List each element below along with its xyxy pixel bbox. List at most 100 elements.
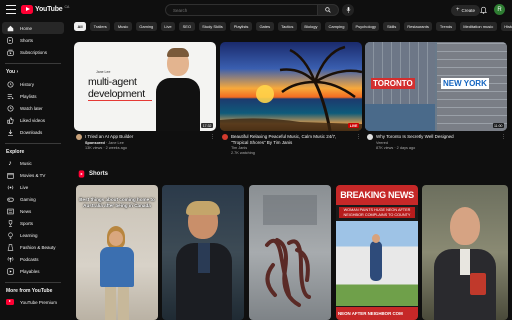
create-button[interactable]: + Create — [451, 4, 481, 16]
sidebar-item-live[interactable]: Live — [2, 181, 64, 193]
more-options-icon[interactable]: ⋮ — [356, 134, 361, 140]
chip-live[interactable]: Live — [160, 22, 176, 31]
sidebar-item-label: Live — [20, 184, 29, 190]
sidebar-item-shorts[interactable]: Shorts — [2, 34, 64, 46]
video-card[interactable]: Jane Lee multi-agent development 17:32 I… — [74, 42, 216, 162]
sidebar-item-label: YouTube Premium — [20, 299, 57, 305]
short-card[interactable] — [422, 185, 508, 320]
chip-tactics[interactable]: Tactics — [277, 22, 297, 31]
chip-playlists[interactable]: Playlists — [230, 22, 252, 31]
sidebar-item-news[interactable]: News — [2, 205, 64, 217]
channel-avatar[interactable] — [367, 134, 373, 140]
short-card[interactable]: BREAKING NEWS WOMAN PAINTS HUGE NEON AFT… — [336, 185, 418, 320]
top-bar: YouTube CA + Create R — [0, 0, 512, 20]
chip-all[interactable]: All — [74, 22, 87, 31]
channel-avatar[interactable] — [76, 134, 82, 140]
video-title-line-2[interactable]: "Tropical Shores" By Tim Janis — [231, 140, 355, 146]
sidebar-item-liked-videos[interactable]: Liked videos — [2, 114, 64, 126]
menu-icon[interactable] — [6, 5, 16, 14]
sidebar-divider — [5, 282, 61, 283]
search-input[interactable] — [166, 7, 306, 13]
channel-name[interactable]: Jane Lee — [108, 141, 124, 145]
video-thumbnail[interactable]: Jane Lee multi-agent development 17:32 — [74, 42, 216, 131]
search-box[interactable] — [165, 4, 325, 16]
channel-name[interactable]: Veered — [376, 141, 388, 145]
sidebar-item-learning[interactable]: Learning — [2, 229, 64, 241]
sidebar-heading-you[interactable]: You › — [6, 69, 18, 75]
news-subheadline: WOMAN PAINTS HUGE NEON AFTER NEIGHBOR CO… — [339, 207, 415, 218]
youtube-logo[interactable]: YouTube CA — [21, 5, 69, 14]
video-stats: 87K views · 2 days ago — [376, 145, 416, 150]
sidebar-item-label: News — [20, 208, 32, 214]
video-stats: 13K views · 2 weeks ago — [85, 145, 127, 150]
fashion-icon — [6, 243, 14, 251]
chip-restaurants[interactable]: Restaurants — [403, 22, 433, 31]
chip-gates[interactable]: Gates — [255, 22, 274, 31]
category-chips: All Trailers Music Gaming Live SEO Study… — [74, 22, 512, 32]
home-icon — [6, 24, 14, 32]
sidebar-item-watch-later[interactable]: Watch later — [2, 102, 64, 114]
sidebar-item-movies-tv[interactable]: Movies & TV — [2, 169, 64, 181]
chip-history[interactable]: Histo — [500, 22, 512, 31]
sidebar-item-label: Liked videos — [20, 117, 46, 123]
sidebar-item-history[interactable]: History — [2, 78, 64, 90]
chip-camping[interactable]: Camping — [324, 22, 348, 31]
sidebar-item-home[interactable]: Home — [2, 22, 64, 34]
chip-trailers[interactable]: Trailers — [90, 22, 111, 31]
chip-trends[interactable]: Trends — [436, 22, 456, 31]
account-avatar[interactable]: R — [494, 4, 505, 15]
chip-study-skills[interactable]: Study Skills — [198, 22, 227, 31]
channel-avatar[interactable] — [222, 134, 228, 140]
video-duration: 17:32 — [201, 123, 213, 128]
more-options-icon[interactable]: ⋮ — [210, 134, 215, 140]
sidebar-item-fashion-beauty[interactable]: Fashion & Beauty — [2, 241, 64, 253]
podcasts-icon — [6, 255, 14, 263]
chip-psychology[interactable]: Psychology — [351, 22, 380, 31]
sidebar-item-downloads[interactable]: Downloads — [2, 126, 64, 138]
chip-gaming[interactable]: Gaming — [135, 22, 157, 31]
chip-biology[interactable]: Biology — [300, 22, 321, 31]
like-icon — [6, 116, 14, 124]
short-card[interactable] — [162, 185, 244, 320]
channel-name[interactable]: Tim Janis — [231, 146, 247, 150]
held-object — [470, 273, 486, 295]
sidebar-item-label: Watch later — [20, 105, 43, 111]
sidebar-item-playlists[interactable]: Playlists — [2, 90, 64, 102]
shorts-logo-icon — [78, 170, 85, 178]
shorts-icon — [6, 36, 14, 44]
search-button[interactable] — [317, 4, 339, 16]
video-title[interactable]: I Tried an AI App Builder — [85, 134, 209, 140]
watch-later-icon — [6, 104, 14, 112]
video-card[interactable]: LIVE Beautiful Relaxing Peaceful Music, … — [220, 42, 362, 162]
notifications-button[interactable] — [478, 5, 488, 15]
voice-search-button[interactable] — [342, 4, 354, 16]
news-icon — [6, 207, 14, 215]
sidebar-item-label: Music — [20, 160, 32, 166]
chip-skills[interactable]: Skills — [383, 22, 400, 31]
chip-music[interactable]: Music — [114, 22, 132, 31]
playables-icon — [6, 267, 14, 275]
video-channel-line: Sponsored · Jane Lee — [85, 141, 124, 145]
video-card[interactable]: TORONTO NEW YORK 11:00 Why Toronto Is Se… — [365, 42, 507, 162]
sidebar-item-gaming[interactable]: Gaming — [2, 193, 64, 205]
music-icon: ♪ — [8, 159, 12, 167]
sponsored-badge: Sponsored — [85, 140, 105, 145]
video-title[interactable]: Why Toronto Is Secretly Well Designed — [376, 134, 500, 140]
short-card[interactable]: Best things about coming home to Austral… — [76, 185, 158, 320]
sidebar-item-music[interactable]: ♪ Music — [2, 157, 64, 169]
sidebar-item-playables[interactable]: Playables — [2, 265, 64, 277]
sidebar-item-label: Gaming — [20, 196, 36, 202]
short-card[interactable] — [249, 185, 331, 320]
sidebar-item-label: Podcasts — [20, 256, 39, 262]
video-thumbnail[interactable]: TORONTO NEW YORK 11:00 — [365, 42, 507, 131]
video-thumbnail[interactable]: LIVE — [220, 42, 362, 131]
sidebar-item-podcasts[interactable]: Podcasts — [2, 253, 64, 265]
sidebar-item-label: Shorts — [20, 37, 34, 43]
more-options-icon[interactable]: ⋮ — [501, 134, 506, 140]
sidebar-item-subscriptions[interactable]: Subscriptions — [2, 46, 64, 58]
history-icon — [6, 80, 14, 88]
sidebar-item-sports[interactable]: Sports — [2, 217, 64, 229]
sidebar-item-youtube-premium[interactable]: YouTube Premium — [2, 296, 64, 308]
chip-seo[interactable]: SEO — [179, 22, 195, 31]
chip-meditation-music[interactable]: Meditation music — [459, 22, 497, 31]
